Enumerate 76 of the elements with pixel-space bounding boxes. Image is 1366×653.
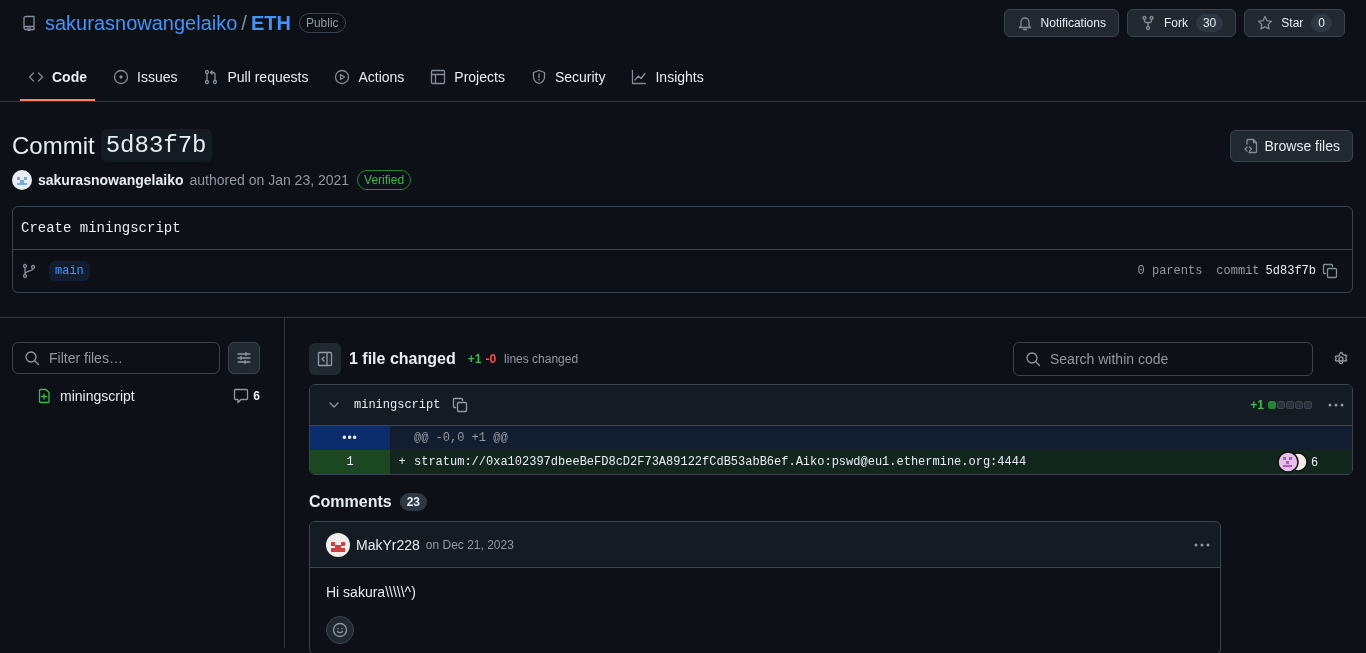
files-changed-count: 1 file changed — [349, 350, 456, 368]
counter: 30 — [1195, 14, 1224, 32]
hunk-header: @@ -0,0 +1 @@ — [414, 431, 509, 445]
filter-options-button[interactable] — [228, 342, 260, 374]
play-icon — [334, 68, 351, 85]
branch-link[interactable]: main — [49, 261, 90, 281]
authored-date: authored on Jan 23, 2021 — [189, 172, 350, 188]
file-link[interactable]: miningscript — [60, 388, 135, 404]
nav-tab[interactable]: Pull requests — [195, 54, 317, 101]
commit-message: Create miningscript — [13, 207, 1352, 250]
commit-sha: 5d83f7b — [1265, 264, 1316, 278]
nav-tab[interactable]: Actions — [326, 54, 413, 101]
fork-icon — [1139, 15, 1156, 31]
user-avatar — [326, 532, 350, 557]
file-name: miningscript — [354, 398, 441, 412]
sliders-icon — [236, 350, 252, 366]
copy-icon — [452, 397, 469, 413]
copy-icon — [1322, 263, 1338, 279]
commit-sha: 5d83f7b — [100, 129, 212, 162]
pull-request-icon — [203, 68, 220, 85]
repo-name-link[interactable]: ETH — [250, 11, 291, 35]
browse-files-button[interactable]: Browse files — [1229, 129, 1353, 162]
commit-title: Commit — [12, 131, 95, 160]
fork-button[interactable]: Fork 30 — [1126, 9, 1237, 37]
settings-icon — [1333, 351, 1349, 367]
file-code-icon — [1242, 137, 1259, 154]
add-reaction-button[interactable] — [326, 616, 354, 644]
comment-text: Hi sakura\\\\\^) — [326, 584, 417, 600]
repo-icon — [21, 15, 37, 31]
toggle-file-tree-button[interactable] — [309, 343, 341, 375]
diff-marker: + — [397, 455, 407, 469]
issue-icon — [113, 68, 129, 85]
code-line: stratum://0xa102397dbeeBeFD8cD2F73A89122fCdB53abB6ef.Aiko:pswd@eu1.ethermine.org:4444 — [414, 455, 1028, 469]
deletions-count: -0 — [485, 352, 497, 366]
file-added-icon — [36, 388, 52, 404]
bell-icon — [1016, 15, 1033, 31]
more-options-icon[interactable] — [1328, 403, 1344, 407]
star-button[interactable]: Star 0 — [1244, 9, 1345, 37]
path-separator: / — [241, 11, 247, 35]
nav-tab[interactable]: Code — [20, 54, 95, 101]
more-options-icon[interactable] — [1194, 542, 1210, 547]
author-link[interactable]: sakurasnowangelaiko — [38, 172, 184, 188]
additions-count: +1 — [467, 352, 482, 366]
branch-icon — [21, 263, 37, 279]
comments-count: 23 — [399, 493, 428, 511]
additions-count: +1 — [1250, 398, 1264, 412]
search-icon — [24, 350, 40, 366]
nav-tab[interactable]: Issues — [105, 54, 186, 101]
comment-icon — [233, 388, 250, 404]
commit-label: commit — [1216, 264, 1260, 278]
sidebar-icon — [317, 351, 333, 367]
lines-changed-label: lines changed — [504, 352, 579, 366]
comment-count: 6 — [253, 389, 260, 403]
smiley-icon — [332, 622, 348, 638]
line-number: 1 — [310, 450, 390, 474]
comment-author[interactable]: MakYr228 — [356, 536, 420, 553]
nav-tab[interactable]: Projects — [422, 54, 513, 101]
notifications-button[interactable]: Notifications — [1003, 9, 1119, 37]
comments-heading: Comments — [309, 493, 392, 511]
author-avatar — [12, 170, 32, 190]
avatar-stack-icon — [1277, 451, 1310, 473]
counter: 0 — [1311, 14, 1332, 32]
search-icon — [1025, 351, 1041, 367]
expand-button[interactable]: ••• — [310, 426, 390, 450]
comment-date: on Dec 21, 2023 — [425, 537, 514, 552]
parents-count: 0 parents — [1137, 264, 1203, 278]
repo-owner-link[interactable]: sakurasnowangelaiko — [45, 11, 238, 35]
nav-tab[interactable]: Security — [522, 54, 614, 101]
line-chart-icon — [631, 68, 648, 85]
shield-icon — [530, 68, 547, 85]
comment-count: 6 — [1311, 455, 1318, 469]
nav-tab[interactable]: Insights — [623, 54, 712, 101]
star-icon — [1257, 15, 1274, 31]
search-code-field[interactable]: Search within code — [1013, 342, 1313, 376]
filter-files-field[interactable]: Filter files… — [12, 342, 220, 374]
table-icon — [430, 68, 447, 85]
